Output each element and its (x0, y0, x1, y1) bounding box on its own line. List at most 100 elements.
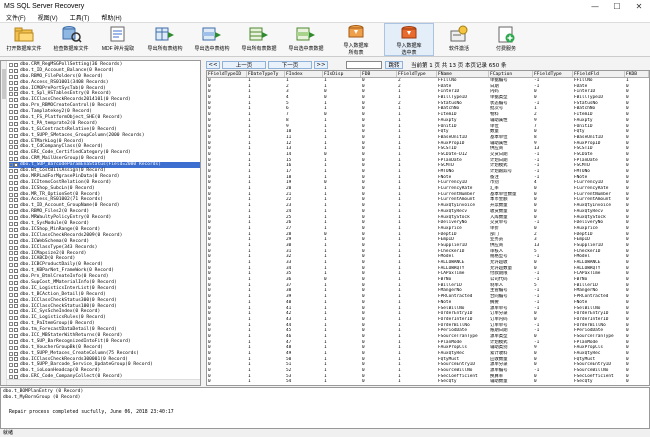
page-number-input[interactable] (346, 61, 382, 69)
expand-icon[interactable] (9, 98, 13, 103)
expand-icon[interactable] (9, 333, 13, 338)
export-all-data-button[interactable]: 导出所有表数据 (237, 23, 281, 56)
column-header[interactable]: FFieldType (397, 71, 437, 77)
expand-icon[interactable] (9, 322, 13, 327)
tree-checkbox[interactable] (14, 221, 18, 226)
expand-icon[interactable] (9, 216, 13, 221)
tree-checkbox[interactable] (14, 115, 18, 120)
expand-icon[interactable] (9, 269, 13, 274)
expand-icon[interactable] (9, 275, 13, 279)
import-all-tables-button[interactable]: 导入数据库 所有表 (331, 23, 381, 56)
expand-icon[interactable] (9, 239, 13, 244)
expand-icon[interactable] (9, 157, 13, 162)
expand-icon[interactable] (9, 62, 13, 67)
expand-icon[interactable] (9, 251, 13, 256)
tree-checkbox[interactable] (14, 322, 18, 327)
expand-icon[interactable] (9, 121, 13, 126)
expand-icon[interactable] (9, 298, 13, 303)
expand-icon[interactable] (9, 210, 13, 215)
tree-checkbox[interactable] (14, 92, 18, 97)
column-header[interactable]: FCaption (489, 71, 533, 77)
go-page-button[interactable]: 跳转 (385, 61, 403, 69)
expand-icon[interactable] (9, 357, 13, 362)
expand-icon[interactable] (9, 345, 13, 350)
expand-icon[interactable] (9, 80, 13, 85)
export-all-structure-button[interactable]: 导出所有表结构 (143, 23, 187, 56)
tree-checkbox[interactable] (14, 239, 18, 244)
tree-checkbox[interactable] (14, 145, 18, 150)
expand-icon[interactable] (9, 304, 13, 309)
expand-icon[interactable] (9, 127, 13, 132)
tree-checkbox[interactable] (14, 263, 18, 268)
tree-checkbox[interactable] (14, 133, 18, 138)
scrollbar-thumb[interactable] (2, 69, 6, 99)
expand-icon[interactable] (9, 233, 13, 238)
expand-icon[interactable] (9, 363, 13, 368)
tree-checkbox[interactable] (14, 280, 18, 285)
tree-checkbox[interactable] (14, 333, 18, 338)
tree-checkbox[interactable] (14, 139, 18, 144)
tree-checkbox[interactable] (14, 163, 18, 168)
tree-checkbox[interactable] (14, 110, 18, 115)
expand-icon[interactable] (9, 145, 13, 150)
table-row[interactable]: 0155101FSecUnitID辅助单位7FSecUnitID0 (207, 385, 649, 386)
tree-checkbox[interactable] (14, 104, 18, 109)
export-selected-structure-button[interactable]: 导出选中表结构 (190, 23, 234, 56)
expand-icon[interactable] (9, 92, 13, 97)
tree-checkbox[interactable] (14, 204, 18, 209)
expand-icon[interactable] (9, 151, 13, 156)
tree-checkbox[interactable] (14, 339, 18, 344)
menu-view[interactable]: 视图(V) (32, 13, 64, 22)
tree-checkbox[interactable] (14, 328, 18, 333)
tree-horizontal-scrollbar[interactable] (7, 379, 200, 385)
minimize-button[interactable]: — (584, 0, 606, 13)
tree-checkbox[interactable] (14, 168, 18, 173)
tree-checkbox[interactable] (14, 292, 18, 297)
expand-icon[interactable] (9, 204, 13, 209)
tree-checkbox[interactable] (14, 257, 18, 262)
prev-page-button[interactable]: 上一页 (222, 61, 266, 69)
tree-checkbox[interactable] (14, 192, 18, 197)
expand-icon[interactable] (9, 245, 13, 250)
expand-icon[interactable] (9, 186, 13, 191)
tree-checkbox[interactable] (14, 216, 18, 221)
tree-checkbox[interactable] (14, 127, 18, 132)
tree-checkbox[interactable] (14, 316, 18, 321)
tree-checkbox[interactable] (14, 210, 18, 215)
column-header[interactable]: FFieldType (533, 71, 573, 77)
tree-checkbox[interactable] (14, 351, 18, 356)
expand-icon[interactable] (9, 339, 13, 344)
tree-checkbox[interactable] (14, 198, 18, 203)
next-page-button[interactable]: 下一页 (268, 61, 312, 69)
expand-icon[interactable] (9, 369, 13, 374)
expand-icon[interactable] (9, 139, 13, 144)
expand-icon[interactable] (9, 168, 13, 173)
tree-checkbox[interactable] (14, 157, 18, 162)
tree-checkbox[interactable] (14, 98, 18, 103)
tree-checkbox[interactable] (14, 345, 18, 350)
tree-checkbox[interactable] (14, 121, 18, 126)
expand-icon[interactable] (9, 180, 13, 185)
tree-checkbox[interactable] (14, 86, 18, 91)
tree-checkbox[interactable] (14, 62, 18, 67)
check-database-button[interactable]: 检查数据库文件 (49, 23, 93, 56)
expand-icon[interactable] (9, 133, 13, 138)
data-grid[interactable]: FFieldTypeID FDateTypeTy FIndex FIsDisp FDB F… (206, 70, 650, 386)
tree-checkbox[interactable] (14, 369, 18, 374)
menu-help[interactable]: 帮助(H) (95, 13, 127, 22)
expand-icon[interactable] (9, 221, 13, 226)
tree-checkbox[interactable] (14, 245, 18, 250)
column-header[interactable]: FFieldTypeID (207, 71, 247, 77)
tree-checkbox[interactable] (14, 286, 18, 291)
expand-icon[interactable] (9, 286, 13, 291)
expand-icon[interactable] (9, 328, 13, 333)
menu-file[interactable]: 文件(F) (0, 13, 32, 22)
expand-icon[interactable] (9, 104, 13, 109)
expand-icon[interactable] (9, 192, 13, 197)
tree-checkbox[interactable] (14, 74, 18, 79)
tree-checkbox[interactable] (14, 304, 18, 309)
tree-checkbox[interactable] (14, 251, 18, 256)
paid-service-button[interactable]: 付费服务 (484, 23, 528, 56)
tree-checkbox[interactable] (14, 174, 18, 179)
column-header[interactable]: FFieldFld (573, 71, 625, 77)
